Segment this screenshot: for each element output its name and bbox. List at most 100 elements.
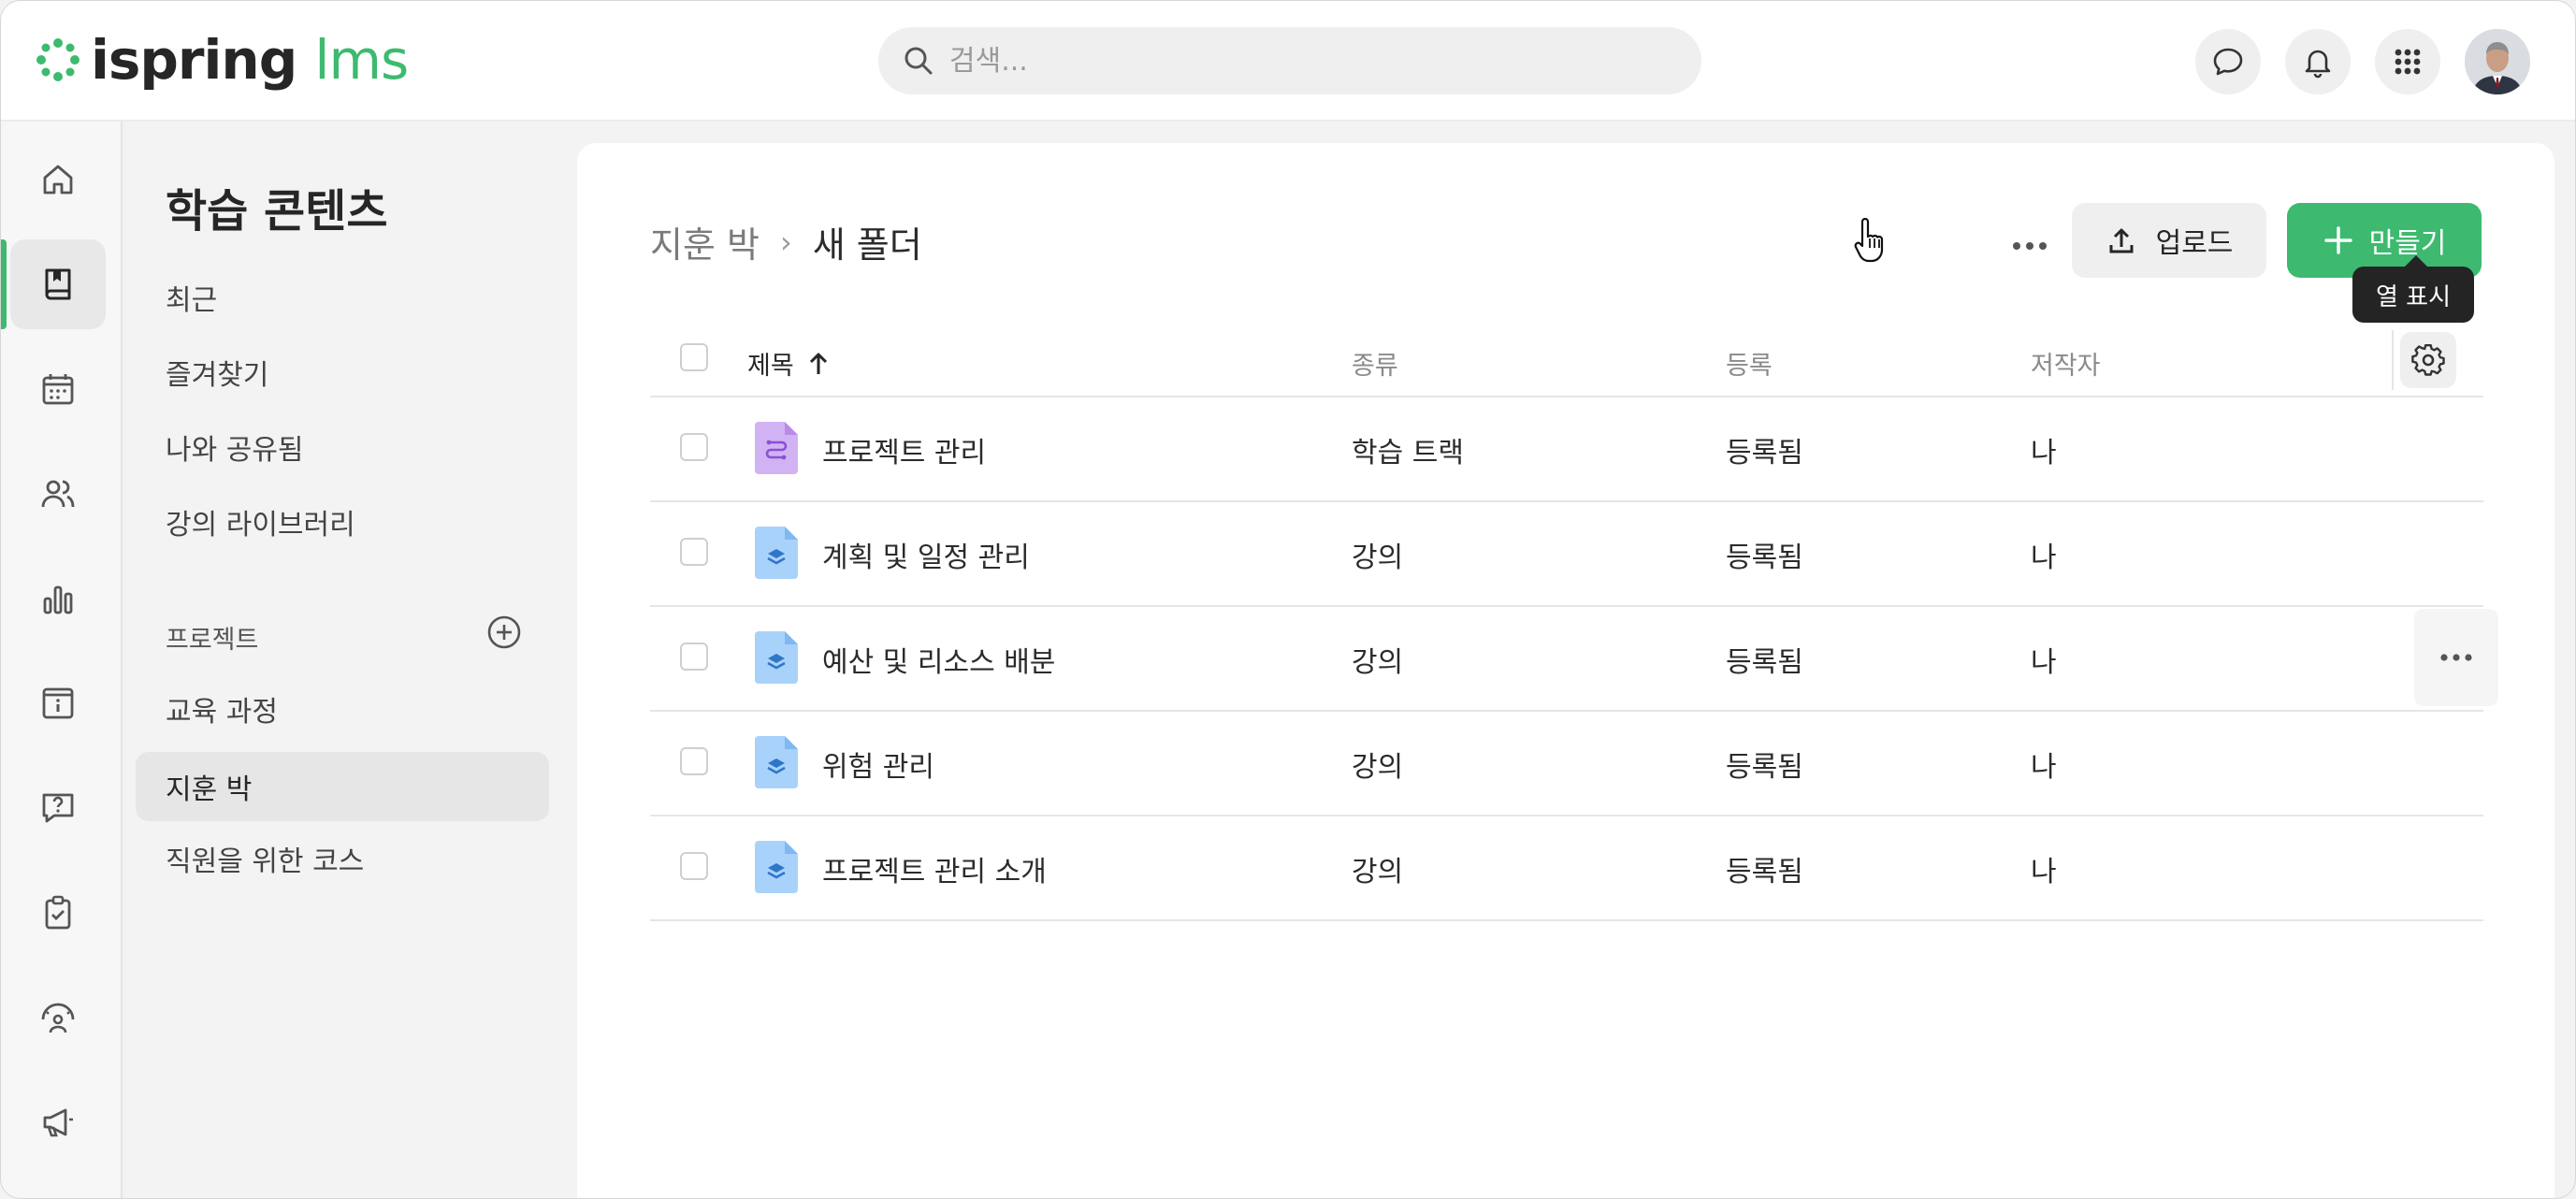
row-type: 학습 트랙: [1352, 437, 1464, 469]
row-checkbox[interactable]: [680, 643, 708, 671]
rail-announcements[interactable]: [10, 1077, 106, 1167]
column-settings-cell: [2392, 330, 2463, 390]
book-icon: [45, 268, 71, 300]
rail-assignments[interactable]: [10, 868, 106, 958]
active-indicator: [1, 239, 7, 329]
calendar-icon: [42, 374, 74, 405]
question-chat-icon: [42, 793, 74, 823]
row-author: 나: [2031, 542, 2057, 574]
row-title[interactable]: 위험 관리: [822, 744, 934, 785]
folder-more-button[interactable]: [1990, 218, 2070, 274]
logo-suffix-text: lms: [314, 28, 409, 92]
bell-icon: [2305, 50, 2331, 79]
row-status: 등록됨: [1726, 437, 1803, 469]
content-sidebar: 학습 콘텐츠 최근 즐겨찾기 나와 공유됨 강의 라이브러리 프로젝트 교육 과…: [123, 122, 562, 1198]
logo-main-text: ispring: [91, 28, 297, 92]
row-status: 등록됨: [1726, 751, 1803, 784]
apps-button[interactable]: [2375, 29, 2440, 94]
sidebar-item-favorites[interactable]: 즐겨찾기: [136, 338, 549, 407]
row-checkbox[interactable]: [680, 747, 708, 775]
row-author: 나: [2031, 856, 2057, 888]
info-board-icon: [42, 687, 74, 719]
home-icon: [43, 165, 73, 195]
rail-info[interactable]: [10, 658, 106, 748]
upload-button[interactable]: 업로드: [2072, 203, 2266, 278]
column-settings-tooltip: 열 표시: [2352, 255, 2474, 323]
row-type: 강의: [1352, 856, 1404, 888]
rail-performance[interactable]: [10, 973, 106, 1062]
notifications-button[interactable]: [2285, 29, 2351, 94]
sidebar-item-library[interactable]: 강의 라이브러리: [136, 487, 549, 556]
rail-learning-content[interactable]: [10, 239, 106, 329]
course-file-icon: [755, 736, 798, 788]
table-row[interactable]: 위험 관리 강의 등록됨 나: [650, 710, 2483, 816]
sidebar-project-courses[interactable]: 교육 과정: [136, 674, 549, 744]
main-content-card: 지훈 박 › 새 폴더 업로드 만들기 열 표시 제목 종류 등록 저작자 프로…: [577, 143, 2554, 1198]
column-title-label: 제목: [747, 352, 794, 381]
more-horizontal-icon: [2440, 654, 2472, 661]
add-project-button[interactable]: [485, 614, 523, 655]
row-checkbox[interactable]: [680, 852, 708, 880]
row-more-button[interactable]: [2414, 609, 2498, 706]
gear-icon: [2411, 344, 2445, 376]
row-type: 강의: [1352, 542, 1404, 574]
row-title[interactable]: 프로젝트 관리 소개: [822, 848, 1047, 889]
row-checkbox[interactable]: [680, 433, 708, 461]
column-header-type[interactable]: 종류: [1352, 345, 1398, 382]
row-status: 등록됨: [1726, 856, 1803, 888]
more-horizontal-icon: [2013, 242, 2047, 250]
sidebar-item-shared[interactable]: 나와 공유됨: [136, 412, 549, 482]
rail-home[interactable]: [10, 135, 106, 224]
chat-button[interactable]: [2195, 29, 2261, 94]
top-header: ispring lms: [1, 1, 2575, 122]
row-type: 강의: [1352, 646, 1404, 679]
column-settings-button[interactable]: [2400, 332, 2456, 388]
row-checkbox[interactable]: [680, 538, 708, 566]
logo-text: ispring lms: [91, 28, 409, 92]
row-title[interactable]: 계획 및 일정 관리: [822, 534, 1030, 575]
plus-icon: [2323, 226, 2352, 254]
sidebar-project-employee-courses[interactable]: 직원을 위한 코스: [136, 824, 549, 893]
sidebar-title: 학습 콘텐츠: [166, 185, 388, 238]
search-icon: [904, 47, 933, 75]
table-row[interactable]: 예산 및 리소스 배분 강의 등록됨 나: [650, 605, 2498, 712]
search-bar[interactable]: [878, 27, 1701, 94]
learning-track-icon: [755, 422, 798, 474]
rail-reports[interactable]: [10, 554, 106, 643]
table-header: 제목 종류 등록 저작자: [650, 325, 2483, 397]
course-file-icon: [755, 631, 798, 684]
megaphone-icon: [43, 1108, 73, 1137]
table-row[interactable]: 프로젝트 관리 학습 트랙 등록됨 나: [650, 396, 2483, 502]
course-file-icon: [755, 841, 798, 893]
breadcrumb-root-link[interactable]: 지훈 박: [650, 216, 760, 267]
clipboard-check-icon: [45, 895, 71, 930]
logo[interactable]: ispring lms: [35, 27, 409, 93]
column-header-title[interactable]: 제목: [747, 345, 830, 382]
rail-questions[interactable]: [10, 763, 106, 853]
plus-circle-icon: [487, 615, 521, 649]
column-header-status[interactable]: 등록: [1726, 345, 1773, 382]
row-title[interactable]: 프로젝트 관리: [822, 429, 986, 470]
user-avatar[interactable]: [2465, 29, 2530, 94]
sidebar-project-jihoon[interactable]: 지훈 박: [136, 752, 549, 821]
rail-calendar[interactable]: [10, 344, 106, 434]
row-author: 나: [2031, 437, 2057, 469]
row-title[interactable]: 예산 및 리소스 배분: [822, 639, 1055, 680]
hand-pointer-icon: [1854, 218, 1884, 263]
sidebar-item-recent[interactable]: 최근: [136, 263, 549, 332]
search-input[interactable]: [948, 43, 1662, 79]
column-header-author[interactable]: 저작자: [2031, 345, 2101, 382]
rail-users[interactable]: [10, 449, 106, 539]
sort-ascending-icon: [809, 353, 827, 374]
gauge-person-icon: [41, 1003, 75, 1033]
upload-label: 업로드: [2155, 227, 2234, 260]
row-author: 나: [2031, 751, 2057, 784]
apps-grid-icon: [2395, 49, 2421, 75]
select-all-checkbox[interactable]: [680, 343, 708, 371]
row-status: 등록됨: [1726, 542, 1803, 574]
row-type: 강의: [1352, 751, 1404, 784]
row-author: 나: [2031, 646, 2057, 679]
table-row[interactable]: 프로젝트 관리 소개 강의 등록됨 나: [650, 815, 2483, 921]
table-row[interactable]: 계획 및 일정 관리 강의 등록됨 나: [650, 500, 2483, 607]
avatar-photo-icon: [2465, 29, 2530, 94]
